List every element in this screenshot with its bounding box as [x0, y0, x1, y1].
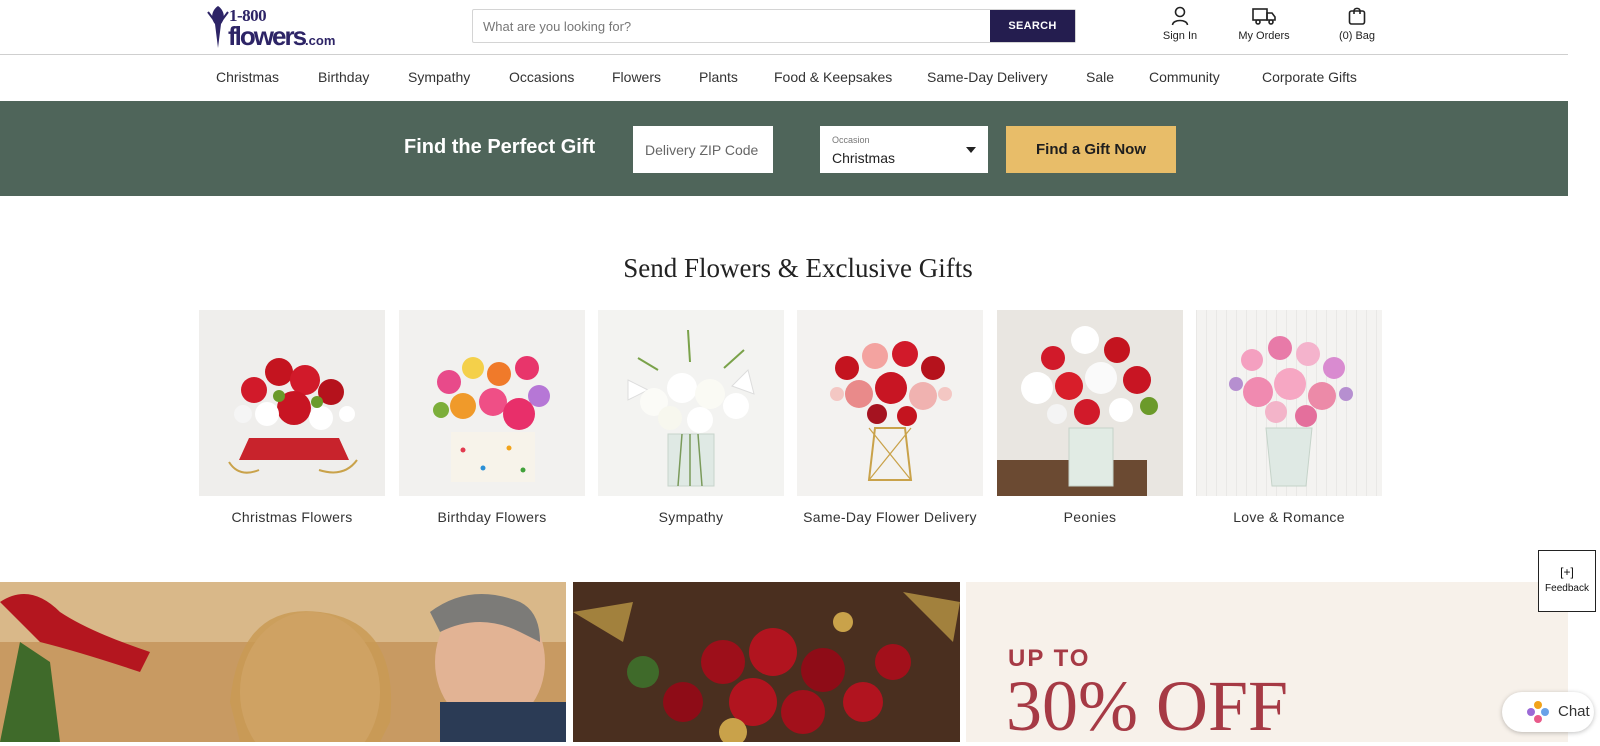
tulip-logo-icon — [207, 6, 229, 48]
nav-item-christmas[interactable]: Christmas — [216, 69, 279, 85]
nav-item-flowers[interactable]: Flowers — [612, 69, 661, 85]
tile-label: Same-Day Flower Delivery — [803, 509, 977, 525]
feedback-tab[interactable]: [+] Feedback — [1538, 550, 1596, 612]
zip-code-input[interactable] — [633, 126, 773, 173]
logo-suffix: .com — [305, 33, 336, 48]
roses-holiday-banner[interactable] — [573, 582, 960, 742]
sympathy-image[interactable] — [598, 310, 784, 496]
nav-item-corporate-gifts[interactable]: Corporate Gifts — [1262, 69, 1357, 85]
tile-label: Birthday Flowers — [437, 509, 547, 525]
promo-discount-text: 30% OFF — [1006, 666, 1289, 746]
occasion-value: Christmas — [832, 150, 896, 166]
sign-in-link[interactable]: Sign In — [1155, 6, 1205, 42]
chat-flower-icon — [1527, 701, 1549, 723]
search-bar: SEARCH — [472, 9, 1076, 43]
category-tile-sympathy[interactable]: Sympathy — [598, 310, 784, 526]
my-orders-link[interactable]: My Orders — [1232, 6, 1296, 42]
tile-label: Peonies — [1063, 509, 1117, 525]
logo-word: flowers.com — [228, 21, 335, 52]
sign-in-label: Sign In — [1162, 30, 1198, 42]
nav-item-same-day-delivery[interactable]: Same-Day Delivery — [927, 69, 1048, 85]
category-tile-peonies[interactable]: Peonies — [997, 310, 1183, 526]
same-day-flower-delivery-image[interactable] — [797, 310, 983, 496]
page-scrollbar[interactable] — [1568, 0, 1600, 742]
chat-button[interactable]: Chat — [1502, 692, 1594, 732]
gift-finder-bar: Find the Perfect Gift Occasion Christmas… — [0, 101, 1596, 196]
caret-down-icon — [966, 147, 976, 153]
peonies-image[interactable] — [997, 310, 1183, 496]
birthday-flowers-image[interactable] — [399, 310, 585, 496]
category-tile-christmas-flowers[interactable]: Christmas Flowers — [199, 310, 385, 526]
section-title: Send Flowers & Exclusive Gifts — [623, 253, 973, 283]
category-tile-birthday-flowers[interactable]: Birthday Flowers — [399, 310, 585, 526]
occasion-select[interactable]: Occasion Christmas — [820, 126, 988, 173]
main-nav: Christmas Birthday Sympathy Occasions Fl… — [0, 56, 1568, 101]
logo-word-text: flowers — [228, 21, 307, 51]
nav-item-sale[interactable]: Sale — [1086, 69, 1114, 85]
nav-item-plants[interactable]: Plants — [699, 69, 738, 85]
site-header: 1-800 flowers.com SEARCH Sign In My Orde… — [0, 0, 1568, 55]
search-input[interactable] — [473, 10, 990, 42]
category-tile-love-romance[interactable]: Love & Romance — [1196, 310, 1382, 526]
occasion-label: Occasion — [832, 135, 870, 145]
my-orders-label: My Orders — [1238, 30, 1290, 42]
bag-label: (0) Bag — [1338, 30, 1376, 42]
tile-label: Love & Romance — [1233, 509, 1345, 525]
find-gift-button[interactable]: Find a Gift Now — [1006, 126, 1176, 173]
love-romance-image[interactable] — [1196, 310, 1382, 496]
feedback-label: Feedback — [1545, 583, 1589, 594]
bag-link[interactable]: (0) Bag — [1332, 6, 1382, 42]
gift-finder-title: Find the Perfect Gift — [404, 136, 596, 158]
tile-label: Sympathy — [658, 509, 724, 525]
truck-icon — [1252, 8, 1276, 25]
nav-item-birthday[interactable]: Birthday — [318, 69, 369, 85]
nav-item-food-keepsakes[interactable]: Food & Keepsakes — [774, 69, 892, 85]
site-logo[interactable]: 1-800 flowers.com — [206, 2, 336, 52]
tile-label: Christmas Flowers — [231, 509, 353, 525]
feedback-plus-icon: [+] — [1560, 565, 1574, 579]
couple-holiday-banner[interactable] — [0, 582, 566, 742]
nav-item-occasions[interactable]: Occasions — [509, 69, 574, 85]
person-icon — [1171, 6, 1189, 26]
bag-icon — [1348, 7, 1366, 25]
nav-item-community[interactable]: Community — [1149, 69, 1220, 85]
category-tile-same-day-flower-delivery[interactable]: Same-Day Flower Delivery — [797, 310, 983, 526]
nav-item-sympathy[interactable]: Sympathy — [408, 69, 470, 85]
search-button[interactable]: SEARCH — [990, 10, 1075, 42]
chat-label: Chat — [1558, 703, 1590, 720]
christmas-flowers-image[interactable] — [199, 310, 385, 496]
